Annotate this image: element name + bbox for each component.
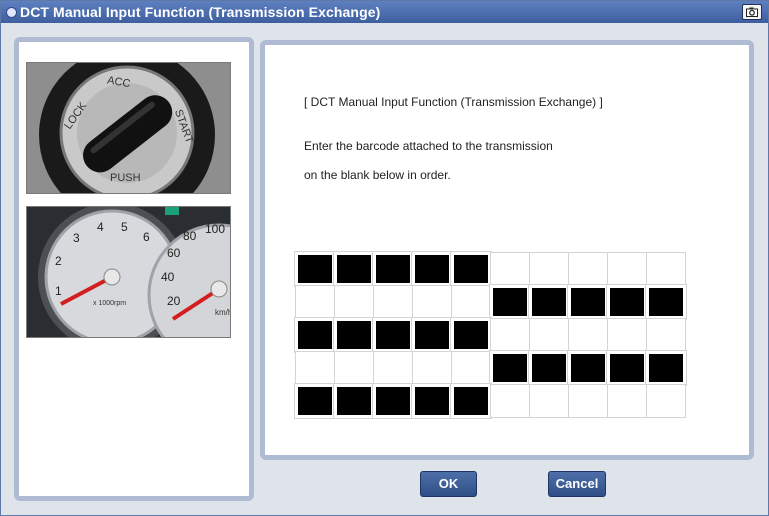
barcode-cell[interactable] [411, 284, 452, 319]
barcode-cell[interactable] [605, 349, 648, 386]
barcode-cell[interactable] [605, 283, 648, 320]
tach-label-1: 1 [55, 284, 62, 298]
barcode-cell[interactable] [293, 382, 336, 419]
barcode-cell[interactable] [450, 350, 491, 385]
barcode-cell[interactable] [527, 283, 570, 320]
barcode-cell[interactable] [488, 283, 531, 320]
barcode-cell[interactable] [606, 251, 647, 286]
barcode-cell[interactable] [371, 250, 414, 287]
barcode-cell[interactable] [566, 283, 609, 320]
barcode-cell[interactable] [528, 251, 569, 286]
panel-heading: [ DCT Manual Input Function (Transmissio… [304, 95, 603, 109]
barcode-cell[interactable] [293, 316, 336, 353]
barcode-cell[interactable] [645, 383, 686, 418]
barcode-cell[interactable] [332, 316, 375, 353]
barcode-cell[interactable] [644, 283, 687, 320]
barcode-cell[interactable] [293, 250, 336, 287]
tach-unit: x 1000rpm [93, 300, 126, 307]
barcode-cell[interactable] [294, 284, 335, 319]
instruction-line-2: on the blank below in order. [304, 168, 451, 182]
camera-icon[interactable] [742, 4, 762, 20]
speed-label-100: 100 [205, 222, 225, 236]
speed-label-80: 80 [183, 229, 197, 243]
speed-label-40: 40 [161, 270, 175, 284]
barcode-cell[interactable] [567, 383, 608, 418]
barcode-cell[interactable] [333, 350, 374, 385]
barcode-cell[interactable] [332, 382, 375, 419]
speed-label-60: 60 [167, 246, 181, 260]
barcode-cell[interactable] [372, 284, 413, 319]
input-panel: [ DCT Manual Input Function (Transmissio… [260, 40, 754, 460]
barcode-cell[interactable] [606, 317, 647, 352]
barcode-cell[interactable] [644, 349, 687, 386]
window-title: DCT Manual Input Function (Transmission … [20, 4, 381, 20]
tach-label-4: 4 [97, 220, 104, 234]
barcode-cell[interactable] [449, 316, 492, 353]
barcode-grid[interactable] [293, 250, 687, 419]
barcode-cell[interactable] [528, 383, 569, 418]
barcode-cell[interactable] [410, 382, 453, 419]
barcode-cell[interactable] [371, 316, 414, 353]
barcode-cell[interactable] [528, 317, 569, 352]
barcode-cell[interactable] [527, 349, 570, 386]
barcode-cell[interactable] [566, 349, 609, 386]
barcode-cell[interactable] [450, 284, 491, 319]
barcode-cell[interactable] [371, 382, 414, 419]
dialog-window: DCT Manual Input Function (Transmission … [0, 0, 769, 516]
cancel-button[interactable]: Cancel [548, 471, 606, 497]
barcode-cell[interactable] [411, 350, 452, 385]
tach-label-2: 2 [55, 254, 62, 268]
barcode-cell[interactable] [489, 317, 530, 352]
barcode-cell[interactable] [645, 317, 686, 352]
speed-unit: km/h [215, 308, 231, 317]
barcode-cell[interactable] [294, 350, 335, 385]
barcode-cell[interactable] [449, 250, 492, 287]
barcode-cell[interactable] [372, 350, 413, 385]
instrument-cluster-image: 1 2 3 4 5 6 20 40 60 80 100 x 1000rpm km… [26, 206, 231, 338]
tach-label-3: 3 [73, 231, 80, 245]
barcode-cell[interactable] [488, 349, 531, 386]
title-bar[interactable]: DCT Manual Input Function (Transmission … [1, 1, 768, 23]
tach-label-5: 5 [121, 220, 128, 234]
window-menu-icon[interactable] [6, 7, 17, 18]
barcode-cell[interactable] [645, 251, 686, 286]
ignition-switch-image: LOCK ACC START PUSH [26, 62, 231, 194]
barcode-cell[interactable] [489, 383, 530, 418]
speed-label-20: 20 [167, 294, 181, 308]
tach-label-6: 6 [143, 230, 150, 244]
barcode-cell[interactable] [567, 317, 608, 352]
ok-button[interactable]: OK [420, 471, 477, 497]
barcode-cell[interactable] [333, 284, 374, 319]
barcode-cell[interactable] [449, 382, 492, 419]
barcode-cell[interactable] [489, 251, 530, 286]
instruction-line-1: Enter the barcode attached to the transm… [304, 139, 553, 153]
barcode-cell[interactable] [606, 383, 647, 418]
barcode-cell[interactable] [410, 250, 453, 287]
barcode-cell[interactable] [410, 316, 453, 353]
barcode-cell[interactable] [332, 250, 375, 287]
barcode-cell[interactable] [567, 251, 608, 286]
ignition-label-push: PUSH [110, 172, 141, 184]
